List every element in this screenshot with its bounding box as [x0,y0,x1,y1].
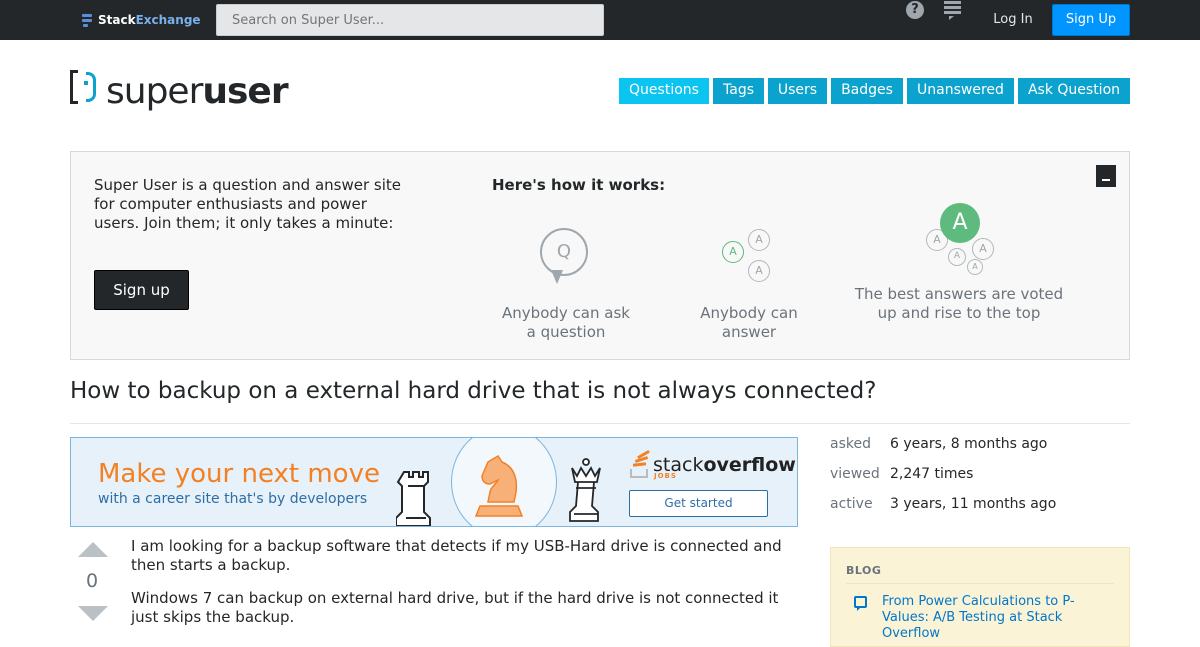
chess-rook-icon [396,471,431,526]
question-bubble-tail [551,270,563,284]
how-it-works-title: Here's how it works: [492,176,666,194]
answer-bubble-icon: A [722,241,744,263]
answer-bubble-icon: A [748,229,770,251]
close-banner-icon[interactable] [1096,165,1116,187]
superuser-logo[interactable]: super user [70,66,289,114]
speech-bubble-icon [854,596,867,611]
answer-bubble-icon: A [972,238,994,260]
signup-button[interactable]: Sign Up [1052,4,1130,36]
nav-users[interactable]: Users [768,78,827,104]
ad-get-started-button[interactable]: Get started [629,490,768,517]
title-divider [70,423,1130,424]
upvote-icon[interactable] [78,542,108,557]
stat-active-value[interactable]: 3 years, 11 months ago [890,496,1056,512]
nav-ask-question[interactable]: Ask Question [1018,78,1130,104]
question-title[interactable]: How to backup on a external hard drive t… [70,376,876,406]
stat-viewed-value: 2,247 times [890,466,974,482]
blog-heading: BLOG [846,564,882,577]
so-jobs-label: JOBS [654,472,677,480]
stackexchange-logo-text-2: Exchange [135,13,201,27]
stat-asked-value: 6 years, 8 months ago [890,436,1048,452]
post-paragraph: I am looking for a backup software that … [131,537,782,574]
site-name-part-1: super [106,71,203,112]
chat-icon[interactable] [944,1,962,20]
chess-knight-icon [474,454,524,517]
stat-viewed-label: viewed [830,466,880,482]
top-bar: StackExchange ? Log In Sign Up [0,0,1200,40]
blog-divider [846,583,1114,584]
blog-post-link[interactable]: From Power Calculations to P-Values: A/B… [882,594,1102,642]
answer-bubble-icon: A [967,259,983,275]
nav-tags[interactable]: Tags [713,78,764,104]
step-caption-answer: Anybody can answer [700,304,798,341]
help-icon[interactable]: ? [906,1,924,19]
question-bubble-icon: Q [540,228,588,276]
banner-intro: Super User is a question and answer site… [94,176,401,232]
superuser-logo-icon [70,68,100,108]
post-paragraph: Windows 7 can backup on external hard dr… [131,589,779,626]
nav-badges[interactable]: Badges [831,78,903,104]
ad-headline: Make your next move [98,459,380,489]
answer-bubble-icon: A [948,248,966,266]
blog-widget: BLOG From Power Calculations to P-Values… [830,547,1130,647]
step-caption-ask: Anybody can ask a question [502,304,630,341]
answer-bubble-icon: A [748,260,770,282]
vote-count: 0 [85,570,99,592]
stackexchange-logo-text-1: Stack [98,13,136,27]
top-answer-icon: A [940,203,980,243]
stat-active-label: active [830,496,873,512]
welcome-banner: Super User is a question and answer site… [70,151,1130,360]
stackexchange-logo[interactable]: Stack Exchange [82,12,201,28]
stat-asked-label: asked [830,436,871,452]
ad-subline: with a career site that's by developers [98,491,368,507]
nav-unanswered[interactable]: Unanswered [907,78,1014,104]
stackoverflow-icon [629,449,650,478]
so-logo-text-2: overflow [703,454,796,476]
jobs-advertisement[interactable]: Make your next move with a career site t… [70,437,798,527]
site-name-part-2: user [202,71,288,112]
chess-queen-icon [569,458,601,522]
step-caption-voted: The best answers are voted up and rise t… [854,285,1064,322]
search-input[interactable] [216,4,604,36]
login-link[interactable]: Log In [984,5,1042,35]
nav-questions[interactable]: Questions [619,78,709,104]
stackexchange-icon [82,13,92,27]
downvote-icon[interactable] [78,606,108,621]
banner-signup-button[interactable]: Sign up [94,270,189,310]
